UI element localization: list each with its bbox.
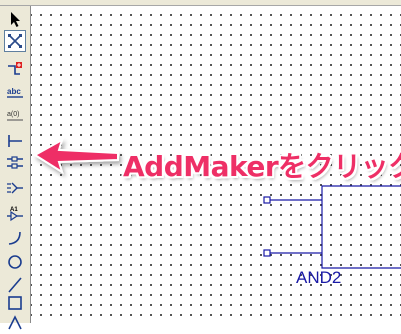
svg-text:abc: abc	[7, 87, 21, 96]
rectangle-icon	[8, 296, 22, 310]
gate-label: AND2	[296, 268, 342, 287]
text-tool[interactable]: abc	[4, 82, 26, 104]
symbol-tool[interactable]	[4, 58, 26, 80]
polygon-icon	[8, 315, 22, 330]
add-marker-icon	[7, 156, 23, 169]
zoom-region-icon	[8, 34, 22, 48]
arc-tool[interactable]	[4, 227, 26, 249]
pin-icon	[8, 135, 22, 147]
arrow-pointer-icon	[11, 12, 20, 27]
svg-text:a(0): a(0)	[7, 111, 19, 118]
arc-icon	[8, 231, 21, 245]
circle-icon	[8, 255, 22, 269]
attribute-icon: A1	[7, 207, 23, 222]
io-port-tool[interactable]	[4, 177, 26, 199]
bus-label-icon: a(0)	[7, 111, 23, 121]
callout-instruction: AddMakerをクリック	[123, 150, 401, 183]
polygon-tool[interactable]	[4, 312, 26, 334]
add-marker-tool[interactable]	[4, 152, 26, 174]
symbol-editor-toolbar: abc a(0) A1	[0, 6, 31, 330]
attribute-tool[interactable]: A1	[4, 202, 26, 224]
io-port-icon	[7, 182, 23, 194]
rectangle-tool[interactable]	[4, 292, 26, 314]
bus-label-tool[interactable]: a(0)	[4, 105, 26, 127]
symbol-insert-icon	[8, 62, 22, 75]
circle-tool[interactable]	[4, 251, 26, 273]
text-abc-icon: abc	[7, 87, 23, 98]
zoom-region-tool[interactable]	[4, 30, 26, 52]
pin-tool[interactable]	[4, 130, 26, 152]
select-pointer-tool[interactable]	[4, 8, 26, 30]
